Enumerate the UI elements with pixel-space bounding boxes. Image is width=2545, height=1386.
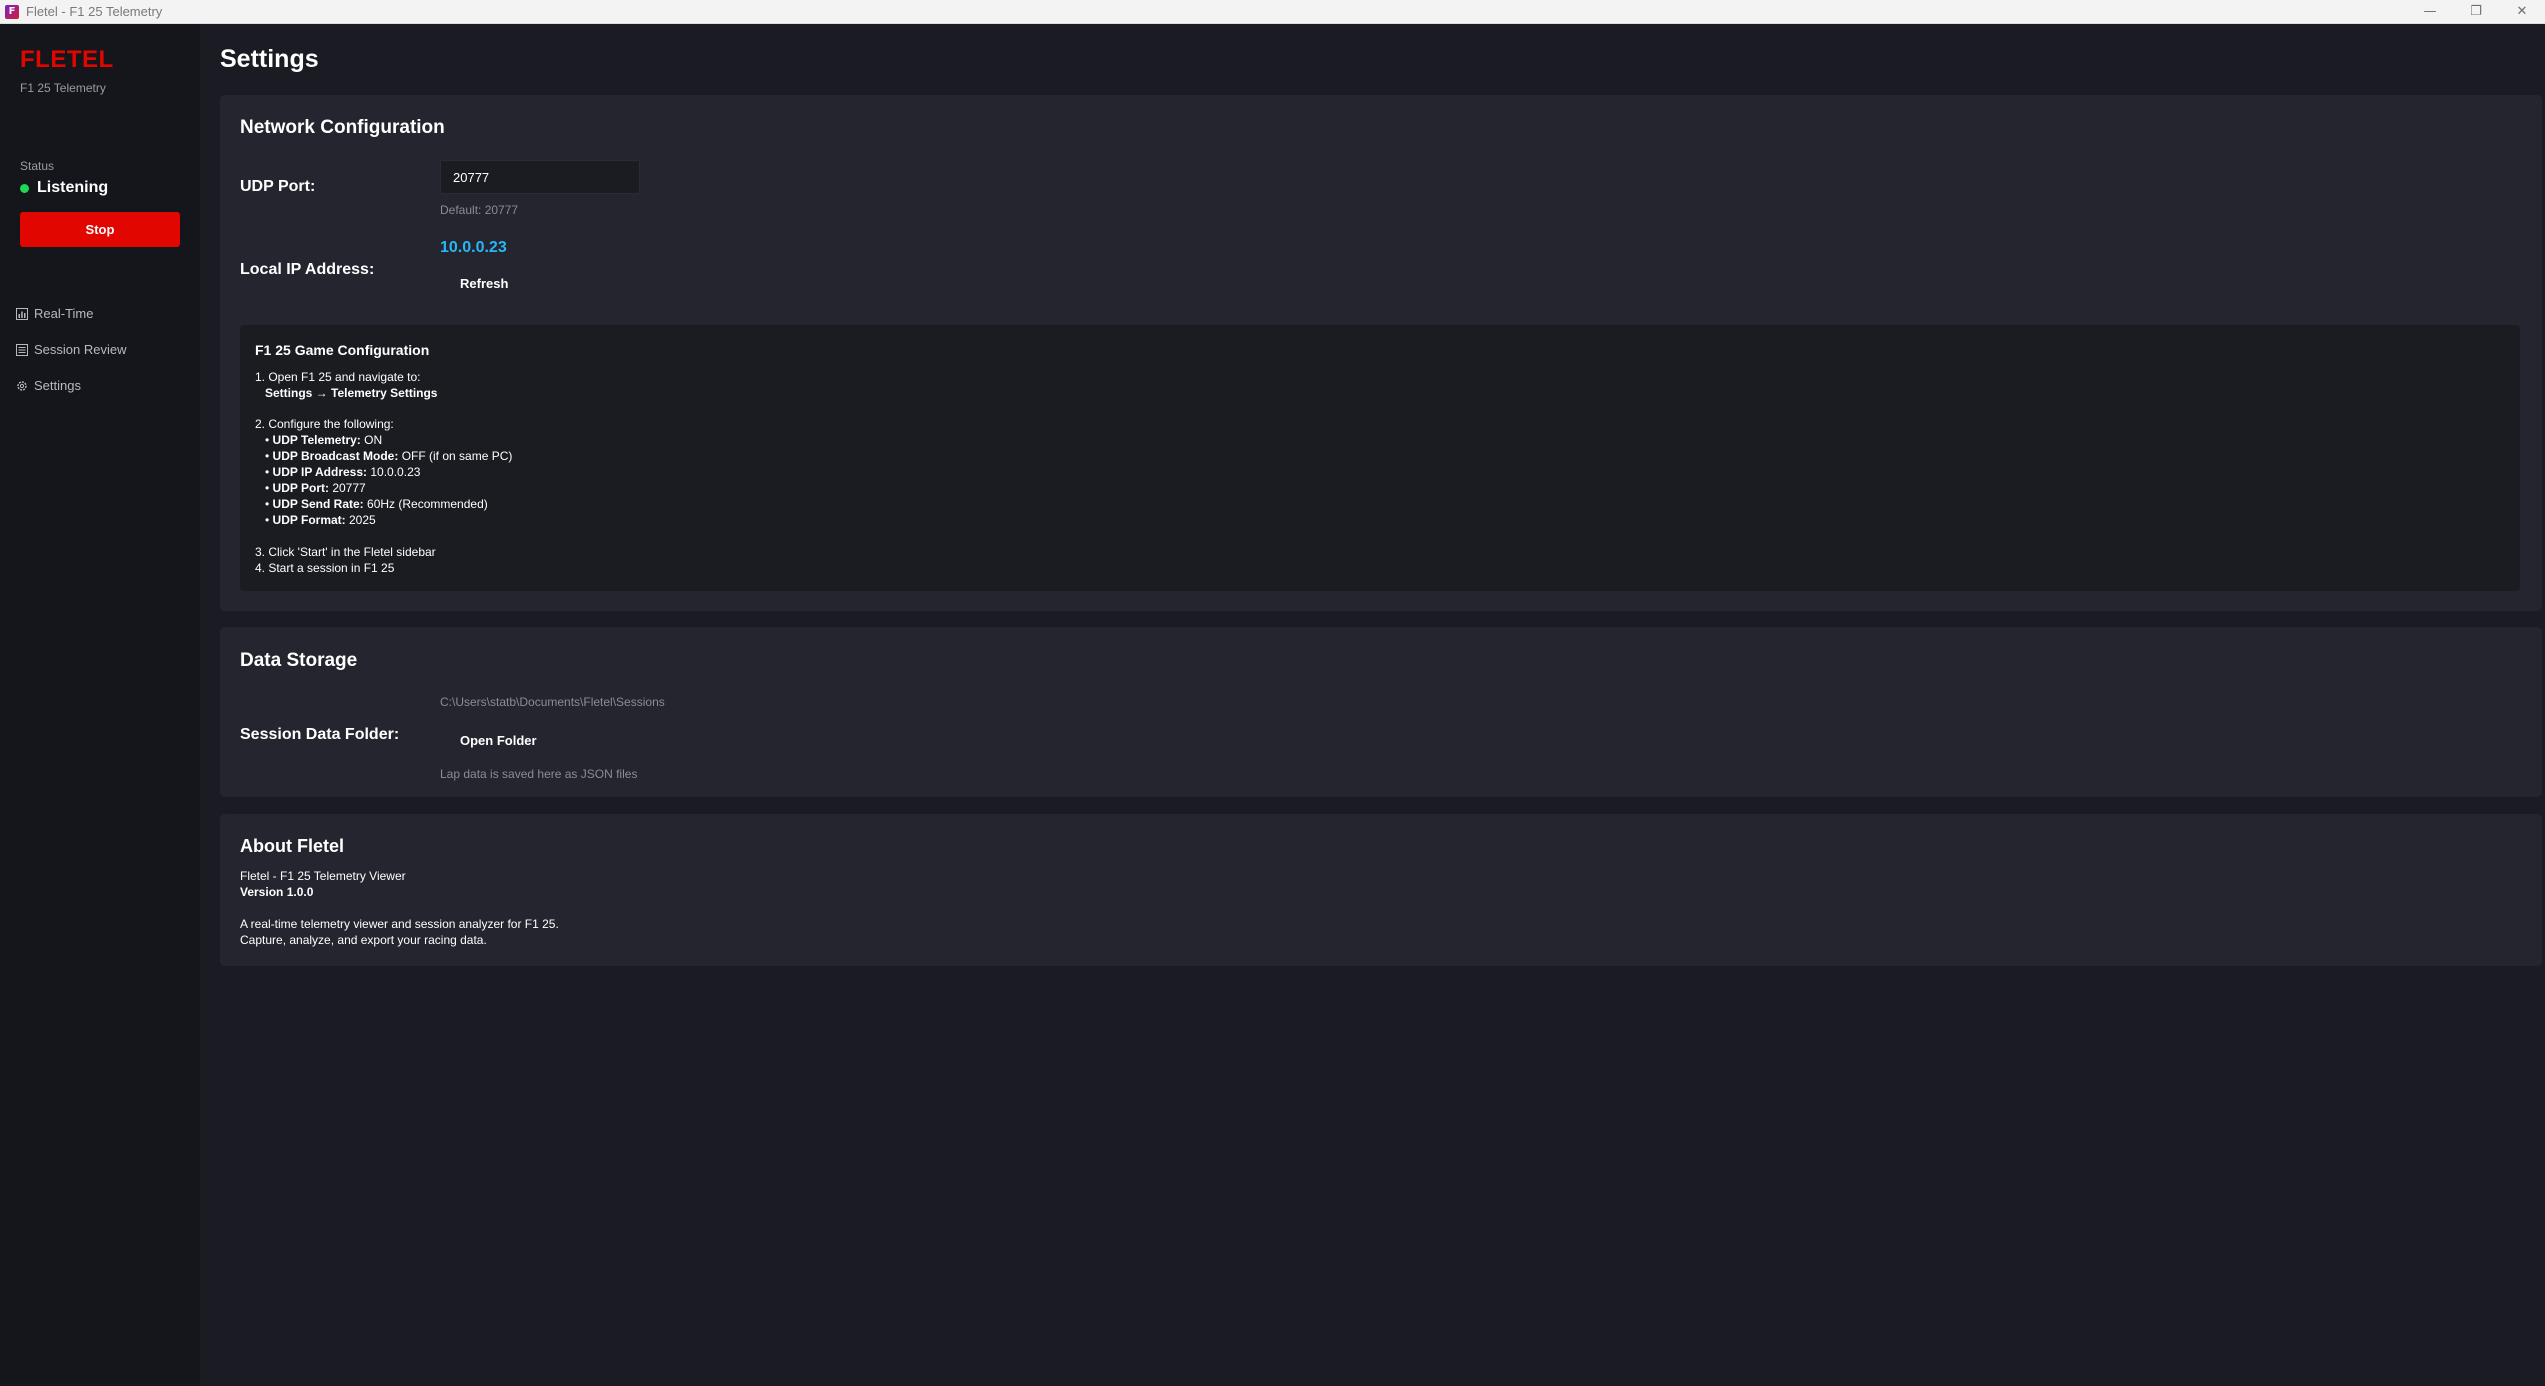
- game-config-title: F1 25 Game Configuration: [255, 342, 430, 358]
- open-folder-button[interactable]: Open Folder: [440, 728, 557, 752]
- status-dot-icon: [20, 183, 29, 193]
- page-title: Settings: [220, 45, 319, 73]
- status-label: Status: [20, 159, 55, 173]
- sidebar-item-label: Session Review: [34, 342, 127, 357]
- network-config-card: Network Configuration UDP Port: Default:…: [220, 95, 2542, 611]
- chart-icon: [16, 307, 28, 320]
- instruction-step-2: 2. Configure the following:: [255, 417, 394, 431]
- sidebar: FLETEL F1 25 Telemetry Status Listening …: [0, 24, 200, 1386]
- sidebar-item-real-time[interactable]: Real-Time: [16, 306, 93, 321]
- data-storage-title: Data Storage: [240, 650, 358, 671]
- minimize-icon[interactable]: —: [2407, 0, 2453, 23]
- status-value: Listening: [37, 179, 109, 196]
- sidebar-item-label: Real-Time: [34, 306, 94, 321]
- local-ip-label: Local IP Address:: [240, 261, 375, 278]
- udp-port-label: UDP Port:: [240, 178, 316, 195]
- sidebar-item-label: Settings: [34, 378, 81, 393]
- brand-logo: FLETEL: [20, 46, 114, 73]
- about-app-name: Fletel - F1 25 Telemetry Viewer: [240, 869, 406, 883]
- config-item: • UDP IP Address: 10.0.0.23: [265, 465, 421, 479]
- instruction-step-3: 3. Click 'Start' in the Fletel sidebar: [255, 545, 436, 559]
- data-storage-card: Data Storage C:\Users\statb\Documents\Fl…: [220, 627, 2542, 797]
- udp-port-input[interactable]: [440, 160, 640, 194]
- folder-path: C:\Users\statb\Documents\Fletel\Sessions: [440, 695, 665, 709]
- instruction-step-4: 4. Start a session in F1 25: [255, 561, 395, 575]
- storage-hint: Lap data is saved here as JSON files: [440, 767, 638, 781]
- about-version: Version 1.0.0: [240, 885, 314, 899]
- about-description-2: Capture, analyze, and export your racing…: [240, 933, 487, 947]
- status-indicator: Listening: [20, 179, 108, 197]
- stop-button[interactable]: Stop: [20, 212, 180, 247]
- session-folder-label: Session Data Folder:: [240, 726, 400, 743]
- refresh-button[interactable]: Refresh: [440, 271, 528, 295]
- config-item: • UDP Broadcast Mode: OFF (if on same PC…: [265, 449, 513, 463]
- brand-subtitle: F1 25 Telemetry: [20, 81, 106, 95]
- window-title: Fletel - F1 25 Telemetry: [26, 4, 163, 19]
- close-icon[interactable]: ✕: [2499, 0, 2545, 23]
- config-item: • UDP Send Rate: 60Hz (Recommended): [265, 497, 488, 511]
- game-config-panel: F1 25 Game Configuration 1. Open F1 25 a…: [240, 325, 2520, 591]
- about-description: A real-time telemetry viewer and session…: [240, 917, 559, 931]
- sidebar-item-settings[interactable]: Settings: [16, 378, 81, 393]
- config-item: • UDP Port: 20777: [265, 481, 366, 495]
- app-icon: F: [5, 4, 19, 19]
- local-ip-value: 10.0.0.23: [440, 239, 507, 256]
- config-item: • UDP Format: 2025: [265, 513, 376, 527]
- network-config-title: Network Configuration: [240, 117, 445, 138]
- config-item: • UDP Telemetry: ON: [265, 433, 383, 447]
- maximize-icon[interactable]: ❐: [2453, 0, 2499, 23]
- instruction-path: Settings → Telemetry Settings: [265, 386, 438, 400]
- about-title: About Fletel: [240, 836, 344, 856]
- window-titlebar: F Fletel - F1 25 Telemetry — ❐ ✕: [0, 0, 2545, 24]
- list-icon: [16, 343, 28, 356]
- about-card: About Fletel Fletel - F1 25 Telemetry Vi…: [220, 814, 2542, 966]
- udp-port-hint: Default: 20777: [440, 203, 519, 217]
- instruction-step-1: 1. Open F1 25 and navigate to:: [255, 370, 421, 384]
- gear-icon: [17, 380, 27, 391]
- sidebar-item-session-review[interactable]: Session Review: [16, 342, 127, 357]
